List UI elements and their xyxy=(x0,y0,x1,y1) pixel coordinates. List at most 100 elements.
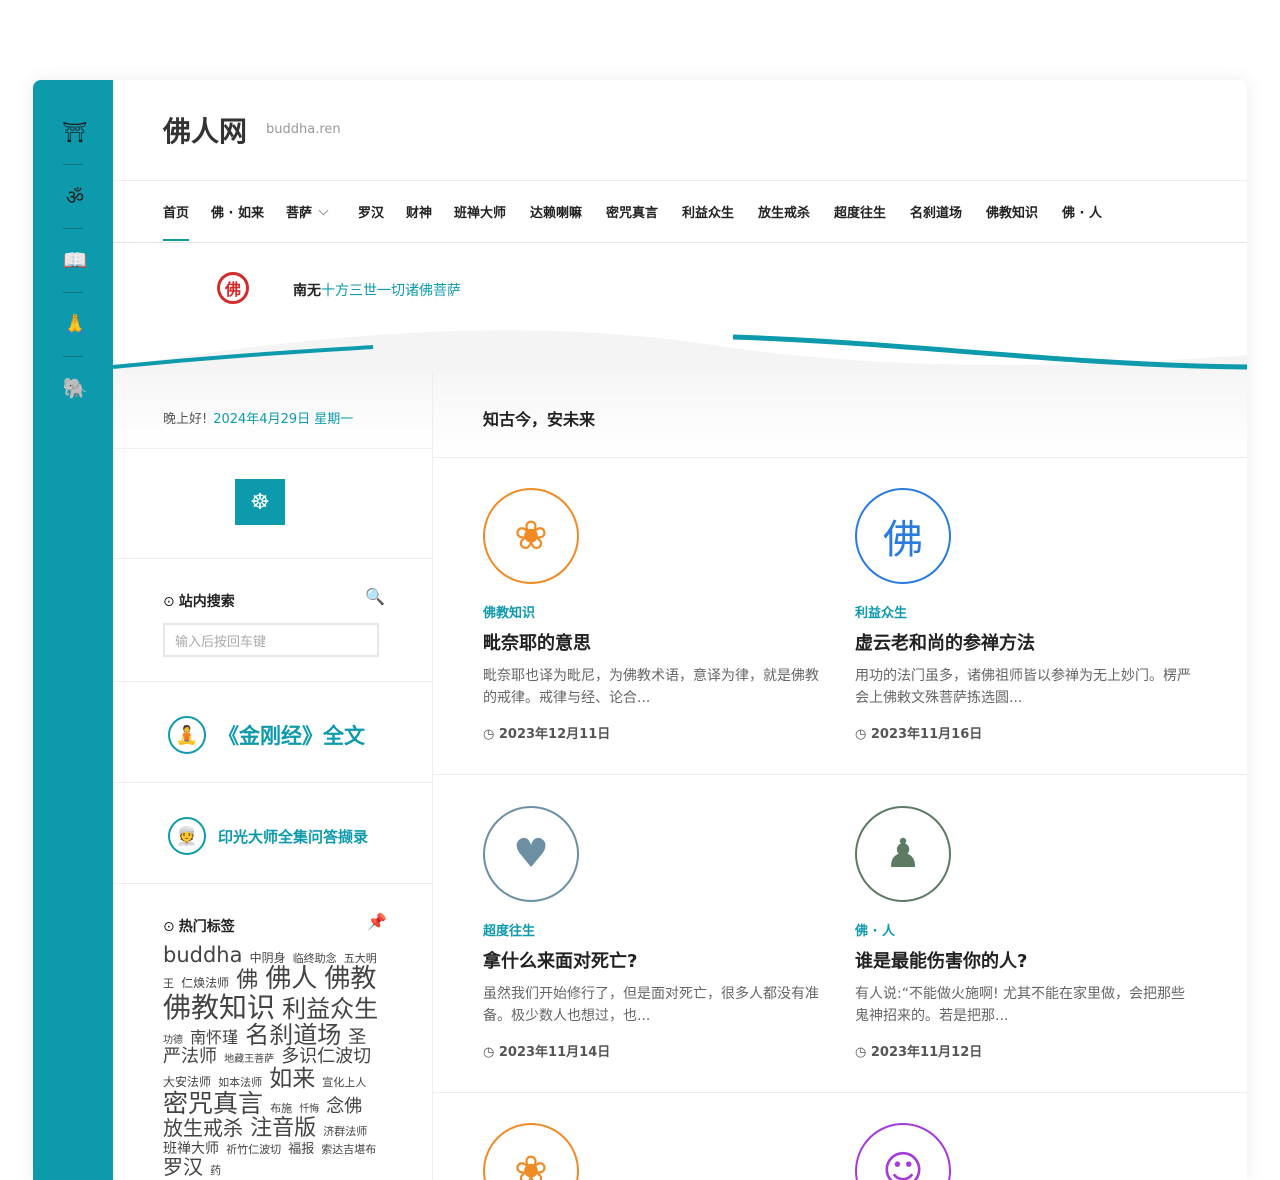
tag-link[interactable]: 中阴身 xyxy=(250,951,286,965)
nav-arhat[interactable]: 罗汉 xyxy=(358,202,384,221)
nav-buddha[interactable]: 佛 · 如来 xyxy=(211,202,264,221)
tag-link[interactable]: 放生戒杀 xyxy=(163,1116,243,1140)
post-category[interactable]: 超度往生 xyxy=(483,920,823,939)
nav-benefit[interactable]: 利益众生 xyxy=(682,202,734,221)
tag-link[interactable]: 名刹道场 xyxy=(245,1021,341,1049)
post-category[interactable]: 佛教知识 xyxy=(483,602,823,621)
nav-wealth-god[interactable]: 财神 xyxy=(406,202,432,221)
post-title[interactable]: 拿什么来面对死亡? xyxy=(483,947,823,973)
temple-icon[interactable]: ⛩ xyxy=(61,118,89,146)
tag-link[interactable]: buddha xyxy=(163,943,242,967)
rail-divider xyxy=(63,228,83,229)
nav-release[interactable]: 放生戒杀 xyxy=(758,202,810,221)
search-icon[interactable]: 🔍 xyxy=(365,587,385,606)
post-date: ◷ 2023年11月12日 xyxy=(855,1041,1195,1060)
tags-title: 热门标签 xyxy=(163,916,235,936)
nav-knowledge[interactable]: 佛教知识 xyxy=(986,202,1038,221)
tag-link[interactable]: 布施 xyxy=(270,1102,292,1115)
person-icon[interactable]: ♟ xyxy=(855,806,951,902)
promo-jingang-link[interactable]: 🧘 《金刚经》全文 xyxy=(168,716,365,754)
notice-text: 南无十方三世一切诸佛菩萨 xyxy=(293,280,461,300)
sign-block: ☸ xyxy=(113,449,432,559)
tag-link[interactable]: 如本法师 xyxy=(218,1076,262,1089)
tag-link[interactable]: 罗汉 xyxy=(163,1155,203,1179)
tag-link[interactable]: 祈竹仁波切 xyxy=(226,1143,281,1156)
clock-icon: ◷ xyxy=(483,727,499,742)
nav-bodhisattva-label: 菩萨 xyxy=(286,206,313,221)
icon-rail: ⛩ ॐ 📖 🙏 🐘 xyxy=(33,80,113,1180)
sidebar: 晚上好! 2024年4月29日 星期一 ☸ 站内搜索 🔍 输入后按回车键 🧘 《金… xyxy=(113,371,433,1180)
post-title[interactable]: 虚云老和尚的参禅方法 xyxy=(855,629,1195,655)
tag-link[interactable]: 济群法师 xyxy=(323,1125,367,1138)
elephant-icon[interactable]: 🐘 xyxy=(61,374,89,402)
promo-yinguang-link[interactable]: 👳 印光大师全集问答撷录 xyxy=(168,817,368,855)
greeting-date: 2024年4月29日 星期一 xyxy=(213,412,354,427)
book-fo-icon[interactable]: 佛 xyxy=(855,488,951,584)
tag-link[interactable]: 地藏王菩萨 xyxy=(224,1054,274,1065)
promo-yinguang: 👳 印光大师全集问答撷录 xyxy=(113,783,432,884)
tag-link[interactable]: 密咒真言 xyxy=(163,1089,263,1118)
site-title[interactable]: 佛人网 xyxy=(163,110,247,150)
tag-link[interactable]: 多识仁波切 xyxy=(281,1046,371,1067)
post-category[interactable]: 佛 · 人 xyxy=(855,920,1195,939)
nav-home[interactable]: 首页 xyxy=(163,202,190,241)
tag-link[interactable]: 佛教知识 xyxy=(163,991,275,1024)
rail-divider xyxy=(63,356,83,357)
tag-link[interactable]: 佛教 xyxy=(324,964,376,994)
tag-link[interactable]: 佛人 xyxy=(265,964,317,994)
promo-jingang-text: 《金刚经》全文 xyxy=(218,724,365,748)
nav-rebirth[interactable]: 超度往生 xyxy=(834,202,886,221)
greeting: 晚上好! 2024年4月29日 星期一 xyxy=(163,408,353,427)
tag-link[interactable]: 索达吉堪布 xyxy=(321,1143,376,1156)
nav-temples[interactable]: 名刹道场 xyxy=(910,202,962,221)
lotus-icon[interactable]: ❀ xyxy=(483,488,579,584)
clock-icon: ◷ xyxy=(855,1045,871,1060)
tag-link[interactable]: 如来 xyxy=(269,1066,315,1092)
tags-widget: 热门标签 📌 buddha 中阴身 临终助念 五大明王 仁焕法师 佛 佛人 佛教… xyxy=(113,884,432,1180)
tag-link[interactable]: 功德 xyxy=(163,1035,183,1046)
nav-panchen[interactable]: 班禅大师 xyxy=(454,202,506,221)
kneel-icon[interactable]: 🙏 xyxy=(61,310,89,338)
tag-link[interactable]: 南怀瑾 xyxy=(190,1028,238,1047)
tag-link[interactable]: 仁焕法师 xyxy=(181,976,229,990)
post-date-text: 2023年11月14日 xyxy=(498,1045,611,1060)
search-input[interactable]: 输入后按回车键 xyxy=(163,623,379,657)
post-title[interactable]: 谁是最能伤害你的人? xyxy=(855,947,1195,973)
tag-link[interactable]: 念佛 xyxy=(326,1096,362,1117)
buddha-head-icon[interactable]: ☺ xyxy=(855,1123,951,1180)
buddha-sign-icon[interactable]: ☸ xyxy=(235,479,285,525)
nav-people[interactable]: 佛 · 人 xyxy=(1062,202,1102,221)
tag-link[interactable]: 临终助念 xyxy=(293,952,337,965)
section-title: 知古今，安未来 xyxy=(483,410,596,429)
nav-bodhisattva[interactable]: 菩萨 xyxy=(286,202,329,221)
tag-link[interactable]: 福报 xyxy=(288,1142,314,1157)
post-category[interactable]: 利益众生 xyxy=(855,602,1195,621)
lotus-icon[interactable]: ❀ xyxy=(483,1123,579,1180)
site-header: 佛人网 buddha.ren xyxy=(113,80,1247,181)
tag-link[interactable]: 药 xyxy=(210,1164,221,1177)
tag-link[interactable]: 宣化上人 xyxy=(322,1076,366,1089)
search-title: 站内搜索 xyxy=(163,591,235,611)
promo-yinguang-text: 印光大师全集问答撷录 xyxy=(218,827,369,846)
nav-mantra[interactable]: 密咒真言 xyxy=(606,202,658,221)
heart-hand-icon[interactable]: ♥ xyxy=(483,806,579,902)
wave-divider xyxy=(113,330,1247,377)
notice-link[interactable]: 十方三世一切诸佛菩萨 xyxy=(321,283,461,299)
om-icon[interactable]: ॐ xyxy=(61,182,89,210)
tag-link[interactable]: 大安法师 xyxy=(163,1075,211,1089)
book-icon[interactable]: 📖 xyxy=(61,246,89,274)
tag-link[interactable]: 注音版 xyxy=(250,1116,316,1141)
clock-icon: ◷ xyxy=(855,727,871,742)
post-card: ♥ 超度往生 拿什么来面对死亡? 虽然我们开始修行了，但是面对死亡，很多人都没有… xyxy=(483,806,823,1060)
tag-link[interactable]: 利益众生 xyxy=(282,995,378,1023)
post-date-text: 2023年11月12日 xyxy=(870,1045,983,1060)
tag-link[interactable]: 佛 xyxy=(236,968,258,993)
main-area: 佛人网 buddha.ren 首页 佛 · 如来 菩萨 罗汉 财神 班禅大师 达… xyxy=(113,80,1247,1180)
post-title[interactable]: 毗奈耶的意思 xyxy=(483,629,823,655)
pin-icon: 📌 xyxy=(367,912,387,931)
post-card: ❀ xyxy=(483,1123,823,1180)
tag-link[interactable]: 忏悔 xyxy=(299,1104,319,1115)
nav-dalai[interactable]: 达赖喇嘛 xyxy=(530,202,582,221)
tag-cloud: buddha 中阴身 临终助念 五大明王 仁焕法师 佛 佛人 佛教 佛教知识 利… xyxy=(163,944,383,1178)
row-divider xyxy=(433,1092,1247,1093)
